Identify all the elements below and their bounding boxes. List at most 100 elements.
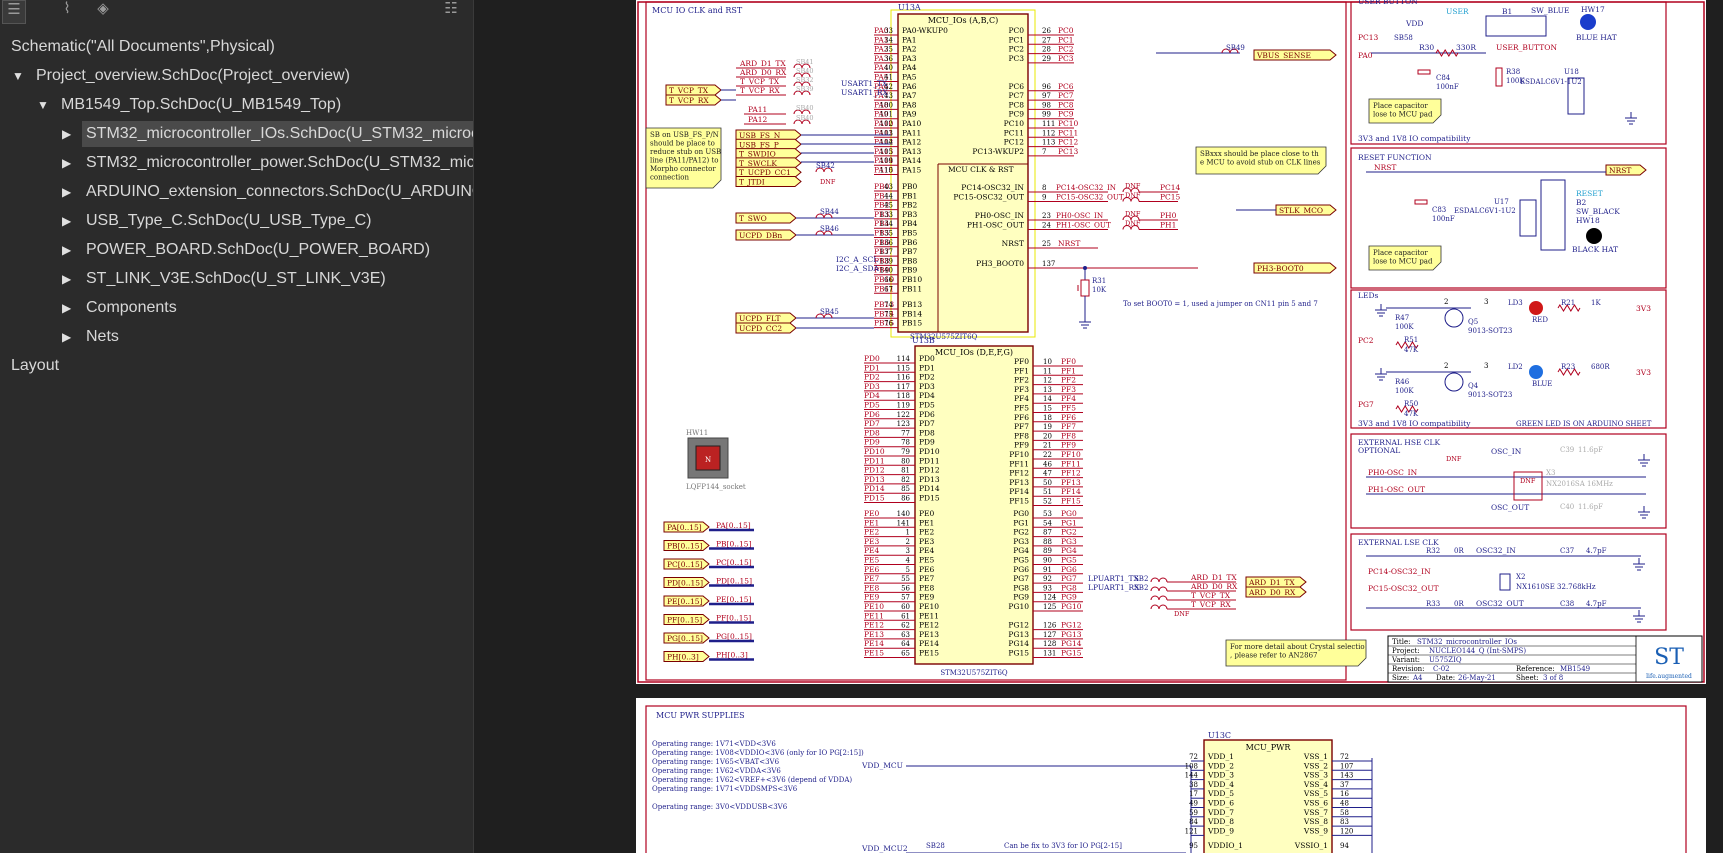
pin-number: 76 (884, 320, 893, 328)
dnf-label: DNF (1520, 477, 1536, 485)
pin-name: PE8 (919, 583, 935, 592)
pin-name: PB0 (902, 182, 918, 191)
pin-name: VDD_5 (1207, 789, 1234, 798)
pin-name: VDD_4 (1207, 780, 1234, 789)
pin-number: 134 (880, 220, 894, 228)
r32-ref: R32 (1426, 547, 1440, 555)
pin-name: PB6 (902, 238, 918, 247)
pin-number: 13 (1043, 386, 1052, 394)
note-sbxxx-text: SBxxx should be place close to th (1200, 150, 1319, 158)
tree-item[interactable]: ▼ MB1549_Top.SchDoc(U_MB1549_Top) (0, 92, 473, 121)
tree-item[interactable]: ▶ ARDUINO_extension_connectors.SchDoc(U_A… (0, 179, 473, 208)
pin-name: PD0 (919, 354, 935, 363)
chevron-right-icon[interactable]: ▶ (62, 324, 76, 350)
pin-number: 91 (1043, 566, 1052, 574)
pin-number: 55 (901, 575, 910, 583)
pin-net-label: PC12 (1058, 138, 1079, 147)
pin-net-label: PE2 (864, 528, 880, 537)
pin-name: VSS_4 (1303, 780, 1328, 789)
pin-name: VDD_6 (1207, 799, 1234, 808)
chevron-right-icon[interactable]: ▶ (62, 179, 76, 205)
bus-net-label: PD[0..15] (716, 577, 752, 586)
pin-name: PD14 (919, 484, 940, 493)
pin-number: 51 (1043, 488, 1052, 496)
pin-number: 100 (880, 101, 893, 109)
pin-net-label: PF4 (1061, 394, 1076, 403)
pin-name: PE9 (919, 593, 935, 602)
pin-net-label: PC11 (1058, 128, 1078, 137)
tree-item[interactable]: ▶ Components (0, 295, 473, 324)
tree-item[interactable]: ▶ STM32_microcontroller_power.SchDoc(U_ST… (0, 150, 473, 179)
pin-number: 15 (1043, 405, 1052, 413)
bus-port-label: PD[0..15] (667, 579, 703, 588)
pin-net-label: PG13 (1061, 630, 1082, 639)
pin-net-label: PE3 (864, 537, 880, 546)
layers-icon[interactable]: ◈ (92, 0, 114, 22)
tree-item[interactable]: ▶ POWER_BOARD.SchDoc(U_POWER_BOARD) (0, 237, 473, 266)
chevron-down-icon[interactable]: ▼ (12, 63, 26, 89)
pin-number: 126 (1043, 622, 1057, 630)
pin-number: 7 (1042, 148, 1046, 156)
pin-net-label: PF12 (1061, 469, 1081, 478)
chevron-right-icon[interactable]: ▶ (62, 150, 76, 176)
port-ard-d0-rx-label: ARD_D0_RX (1248, 588, 1296, 597)
pin-number: 57 (901, 594, 910, 602)
led-blue-rp-ref: R46 (1395, 378, 1410, 386)
pin-name: PG1 (1013, 518, 1029, 527)
pin-name: PE15 (919, 649, 939, 658)
pin-name: VDD_3 (1207, 771, 1234, 780)
chevron-right-icon[interactable]: ▶ (62, 295, 76, 321)
hierarchy-icon[interactable]: ☷ (440, 0, 462, 22)
pin-net-label: PF10 (1061, 450, 1081, 459)
tb-key: Size: (1392, 674, 1409, 682)
tree-item[interactable]: ▶ USB_Type_C.SchDoc(U_USB_Type_C) (0, 208, 473, 237)
pin-number: 133 (880, 211, 893, 219)
section-title: MCU IO CLK and RST (652, 6, 743, 15)
pin-name: PG5 (1013, 556, 1029, 565)
section-title: MCU PWR SUPPLIES (656, 711, 745, 720)
pin-number: 72 (1189, 753, 1198, 761)
chevron-right-icon[interactable]: ▶ (62, 237, 76, 263)
note-usb-stub-text: connection (650, 174, 689, 182)
pin-number: 95 (1189, 842, 1198, 850)
pin-name: PB1 (902, 191, 917, 200)
tree-item[interactable]: Schematic("All Documents",Physical) (0, 34, 473, 63)
tree-item-label: USB_Type_C.SchDoc(U_USB_Type_C) (86, 212, 372, 229)
net-label: PH1-OSC_OUT (1368, 485, 1425, 494)
tree-item[interactable]: ▶ STM32_microcontroller_IOs.SchDoc(U_STM3… (0, 121, 473, 150)
chevron-right-icon[interactable]: ▶ (62, 208, 76, 234)
pin-number: 137 (1042, 260, 1055, 268)
pin-number: 110 (880, 167, 893, 175)
schematic-canvas[interactable]: MCU IO CLK and RST U13A MCU_IOs (A,B,C) STM… (474, 0, 1723, 853)
pin-name: PE13 (919, 630, 939, 639)
net-port-mid-label: USB_FS_N (739, 131, 781, 140)
led-red-rp-ref: R47 (1395, 314, 1409, 322)
osc32-out-label: OSC32_OUT (1476, 599, 1524, 608)
chevron-down-icon[interactable]: ▼ (37, 92, 51, 118)
blue-hat-image (1580, 14, 1596, 30)
dnf-label: DNF (820, 178, 836, 186)
pin-net-label: PE15 (864, 649, 884, 658)
list-icon[interactable]: ☰ (2, 0, 26, 24)
pin-number: 1 (906, 529, 910, 537)
r30-ref: R30 (1419, 43, 1434, 52)
net-label: ARD_D1_TX (739, 59, 786, 68)
tree-item[interactable]: ▼ Project_overview.SchDoc(Project_overvie… (0, 63, 473, 92)
attachment-icon[interactable]: ⌇ (56, 0, 78, 22)
tree-item[interactable]: ▶ Nets (0, 324, 473, 353)
tree-item[interactable]: ▶ ST_LINK_V3E.SchDoc(U_ST_LINK_V3E) (0, 266, 473, 295)
pin-number: 118 (897, 392, 910, 400)
pin-net-label: PD3 (864, 382, 880, 391)
bus-port-label: PF[0..15] (667, 616, 702, 625)
tree-item[interactable]: Layout (0, 353, 473, 382)
panel-toolbar: ☰ ⌇ ◈ ☷ (0, 0, 473, 24)
pin-number: 62 (901, 622, 910, 630)
st-logo: ST (1654, 645, 1684, 670)
pin-name: PA6 (902, 82, 917, 91)
tb-key: Title: (1392, 638, 1410, 646)
sb-ref: SB58 (1394, 34, 1413, 42)
chevron-right-icon[interactable]: ▶ (62, 266, 76, 292)
led-blue-led-ref: LD2 (1508, 363, 1523, 371)
pin-name: PC7 (1008, 91, 1024, 100)
chevron-right-icon[interactable]: ▶ (62, 121, 76, 147)
